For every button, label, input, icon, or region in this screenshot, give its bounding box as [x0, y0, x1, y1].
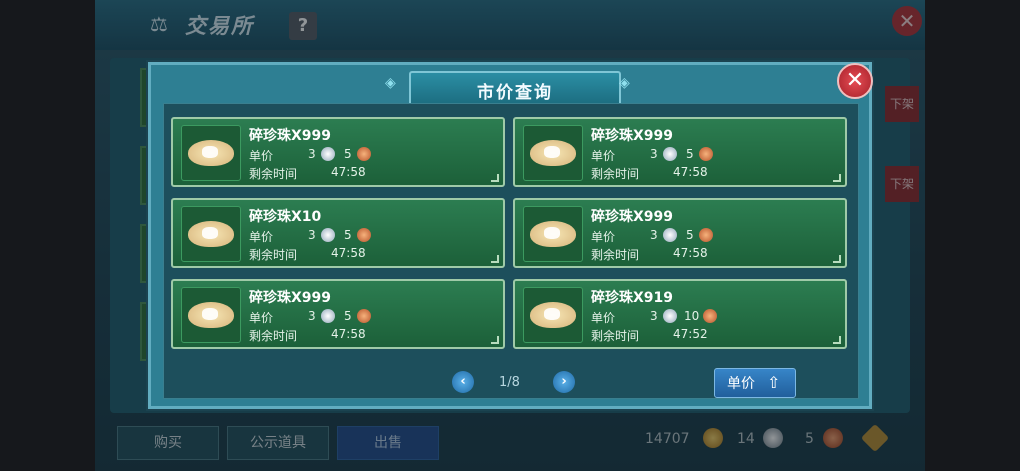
- time-left-label: 剩余时间: [591, 248, 640, 262]
- right-letterbox: [925, 0, 1020, 471]
- price-label: 单价: [591, 230, 616, 244]
- copper-price: 5: [344, 309, 352, 323]
- item-icon-slot: [523, 287, 583, 343]
- item-icon-slot: [181, 206, 241, 262]
- corner-mark-icon: [833, 336, 841, 344]
- sort-by-unit-price-button[interactable]: 单价 ⇧: [714, 368, 796, 398]
- silver-price: 3: [308, 147, 316, 161]
- price-label: 单价: [591, 311, 616, 325]
- time-left-value: 47:58: [331, 165, 366, 179]
- swirl-ornament-icon: ◈: [619, 75, 630, 91]
- copper-coin-icon: [703, 309, 717, 323]
- listing-card[interactable]: 碎珍珠X919 单价 3 10 剩余时间 47:52: [513, 279, 847, 349]
- silver-price: 3: [308, 228, 316, 242]
- silver-price: 3: [650, 309, 658, 323]
- time-left-label: 剩余时间: [249, 329, 298, 343]
- item-name: 碎珍珠X999: [591, 128, 674, 144]
- copper-price: 5: [344, 147, 352, 161]
- time-left-label: 剩余时间: [249, 167, 298, 181]
- listing-card[interactable]: 碎珍珠X999 单价 3 5 剩余时间 47:58: [171, 117, 505, 187]
- item-name: 碎珍珠X919: [591, 290, 674, 306]
- left-letterbox: [0, 0, 95, 471]
- silver-price: 3: [650, 147, 658, 161]
- sort-button-label: 单价: [727, 376, 755, 392]
- time-left-value: 47:58: [673, 246, 708, 260]
- silver-coin-icon: [663, 309, 677, 323]
- page-indicator: 1/8: [499, 375, 520, 390]
- time-left-value: 47:58: [673, 165, 708, 179]
- time-left-value: 47:52: [673, 327, 708, 341]
- time-left-label: 剩余时间: [249, 248, 298, 262]
- corner-mark-icon: [491, 255, 499, 263]
- silver-coin-icon: [663, 228, 677, 242]
- silver-coin-icon: [321, 309, 335, 323]
- swirl-ornament-icon: ◈: [385, 75, 396, 91]
- item-icon-slot: [523, 125, 583, 181]
- item-icon-slot: [181, 287, 241, 343]
- silver-price: 3: [650, 228, 658, 242]
- item-icon-slot: [181, 125, 241, 181]
- copper-price: 5: [686, 147, 694, 161]
- copper-price: 10: [684, 309, 700, 323]
- corner-mark-icon: [491, 336, 499, 344]
- price-label: 单价: [591, 149, 616, 163]
- price-label: 单价: [249, 311, 274, 325]
- time-left-label: 剩余时间: [591, 167, 640, 181]
- corner-mark-icon: [833, 174, 841, 182]
- listing-card[interactable]: 碎珍珠X999 单价 3 5 剩余时间 47:58: [513, 198, 847, 268]
- next-page-button[interactable]: ›: [553, 371, 575, 393]
- listing-card[interactable]: 碎珍珠X999 单价 3 5 剩余时间 47:58: [171, 279, 505, 349]
- dialog-title: 市价查询: [477, 83, 553, 103]
- item-name: 碎珍珠X999: [591, 209, 674, 225]
- copper-price: 5: [686, 228, 694, 242]
- silver-coin-icon: [321, 228, 335, 242]
- item-name: 碎珍珠X999: [249, 128, 332, 144]
- corner-mark-icon: [833, 255, 841, 263]
- silver-coin-icon: [321, 147, 335, 161]
- market-price-dialog: 市价查询 ◈ ◈ ✕ 碎珍珠X999 单价 3 5 剩余时间 47:58 碎珍珠…: [148, 62, 873, 409]
- copper-coin-icon: [699, 147, 713, 161]
- copper-coin-icon: [357, 228, 371, 242]
- price-label: 单价: [249, 230, 274, 244]
- listing-card[interactable]: 碎珍珠X999 单价 3 5 剩余时间 47:58: [513, 117, 847, 187]
- price-label: 单价: [249, 149, 274, 163]
- item-name: 碎珍珠X10: [249, 209, 322, 225]
- listing-card[interactable]: 碎珍珠X10 单价 3 5 剩余时间 47:58: [171, 198, 505, 268]
- silver-coin-icon: [663, 147, 677, 161]
- copper-coin-icon: [699, 228, 713, 242]
- close-dialog-button[interactable]: ✕: [837, 63, 873, 99]
- item-icon-slot: [523, 206, 583, 262]
- copper-coin-icon: [357, 147, 371, 161]
- time-left-value: 47:58: [331, 246, 366, 260]
- copper-price: 5: [344, 228, 352, 242]
- copper-coin-icon: [357, 309, 371, 323]
- sort-ascending-icon: ⇧: [767, 373, 781, 392]
- silver-price: 3: [308, 309, 316, 323]
- time-left-value: 47:58: [331, 327, 366, 341]
- item-name: 碎珍珠X999: [249, 290, 332, 306]
- prev-page-button[interactable]: ‹: [452, 371, 474, 393]
- corner-mark-icon: [491, 174, 499, 182]
- time-left-label: 剩余时间: [591, 329, 640, 343]
